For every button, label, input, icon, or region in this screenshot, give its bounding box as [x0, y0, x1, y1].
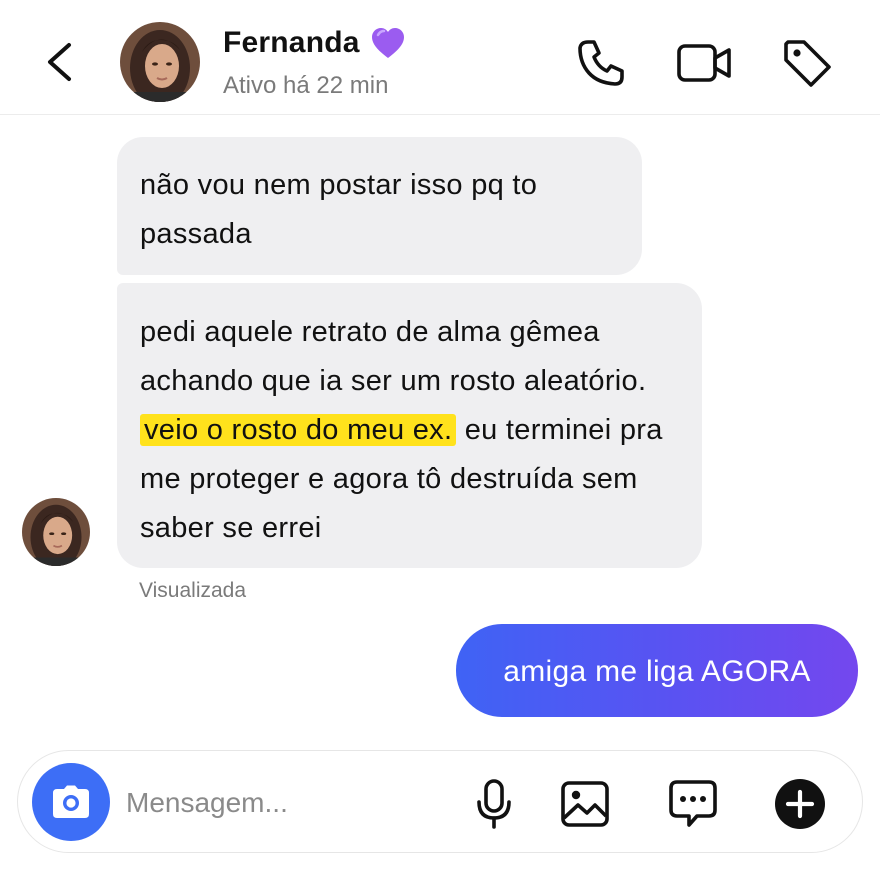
video-camera-icon [677, 44, 731, 82]
incoming-message[interactable]: pedi aquele retrato de alma gêmea achand… [117, 283, 702, 568]
camera-icon [53, 785, 89, 818]
chevron-left-icon [48, 43, 71, 81]
purple-heart-icon [371, 28, 404, 58]
microphone-icon [477, 779, 511, 829]
message-text: pedi aquele retrato de alma gêmea achand… [140, 316, 647, 397]
tag-button[interactable] [778, 38, 834, 88]
seen-indicator: Visualizada [139, 579, 247, 602]
voice-message-button[interactable] [468, 778, 520, 830]
contact-name-row[interactable]: Fernanda [223, 26, 406, 60]
video-call-button[interactable] [676, 38, 732, 88]
plus-circle-icon [775, 779, 825, 829]
contact-name: Fernanda [223, 26, 360, 59]
tag-icon [784, 40, 831, 87]
message-composer [17, 750, 863, 853]
highlighted-text: veio o rosto do meu ex. [140, 414, 457, 446]
camera-button[interactable] [32, 763, 110, 841]
call-button[interactable] [574, 38, 630, 88]
chat-header: Fernanda Ativo há 22 min [0, 0, 880, 115]
message-text: não vou nem postar isso pq to passada [140, 169, 538, 250]
active-status: Ativo há 22 min [223, 72, 389, 99]
incoming-message[interactable]: não vou nem postar isso pq to passada [117, 137, 642, 275]
image-icon [561, 781, 609, 827]
add-button[interactable] [774, 778, 826, 830]
gallery-button[interactable] [559, 778, 611, 830]
outgoing-message[interactable]: amiga me liga AGORA [456, 624, 858, 717]
chat-bubble-icon [669, 780, 717, 827]
contact-avatar[interactable] [120, 22, 200, 102]
sender-avatar[interactable] [22, 498, 90, 566]
message-text: amiga me liga AGORA [503, 654, 811, 688]
message-input[interactable] [126, 781, 446, 825]
back-button[interactable] [40, 40, 84, 84]
sticker-chat-button[interactable] [667, 778, 719, 830]
phone-icon [578, 40, 624, 86]
